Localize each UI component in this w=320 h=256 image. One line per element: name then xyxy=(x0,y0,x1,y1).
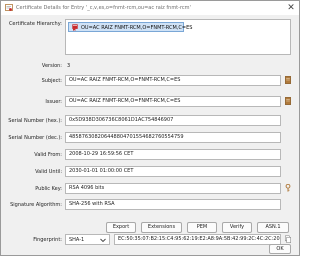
subject-details-icon[interactable] xyxy=(285,76,291,84)
valid-from-label: Valid From: xyxy=(34,152,62,158)
close-button[interactable]: ✕ xyxy=(286,3,296,13)
issuer-details-icon[interactable] xyxy=(285,97,291,105)
fingerprint-label: Fingerprint: xyxy=(33,237,62,243)
serial-dec-field[interactable]: 485876308206448804701554682760554759 xyxy=(65,132,281,143)
fingerprint-algorithm-select[interactable]: SHA-1 xyxy=(65,234,110,245)
signature-algorithm-field[interactable]: SHA-256 with RSA xyxy=(65,199,281,210)
fingerprint-field[interactable]: EC:50:35:07:B2:15:C4:95:62:19:E2:A8:9A:5… xyxy=(114,234,281,245)
key-details-icon[interactable] xyxy=(285,184,291,192)
export-button[interactable]: Export xyxy=(106,222,136,233)
ok-button[interactable]: OK xyxy=(269,244,291,254)
serial-hex-field[interactable]: 0x5D938D306736C8061D1AC754846907 xyxy=(65,115,281,126)
verify-button[interactable]: Verify xyxy=(222,222,252,233)
hierarchy-label: Certificate Hierarchy: xyxy=(8,21,62,27)
valid-until-label: Valid Until: xyxy=(35,169,62,175)
valid-from-field[interactable]: 2008-10-29 16:59:56 CET xyxy=(65,149,281,160)
serial-dec-label: Serial Number (dec.): xyxy=(8,135,62,141)
public-key-field[interactable]: RSA 4096 bits xyxy=(65,183,281,194)
subject-label: Subject: xyxy=(41,78,62,84)
issuer-label: Issuer: xyxy=(45,99,62,105)
serial-hex-label: Serial Number (hex.): xyxy=(8,118,62,124)
window-title: Certificate Details for Entry '_c,v,es,o… xyxy=(16,5,191,11)
version-label: Version: xyxy=(41,63,62,69)
certificate-ribbon-icon xyxy=(72,24,78,31)
certificate-icon xyxy=(5,4,13,11)
chevron-down-icon xyxy=(100,238,106,243)
fingerprint-algorithm-value: SHA-1 xyxy=(69,237,85,243)
issuer-field[interactable]: OU=AC RAIZ FNMT-RCM,O=FNMT-RCM,C=ES xyxy=(65,96,281,107)
asn1-button[interactable]: ASN.1 xyxy=(257,222,289,233)
pem-button[interactable]: PEM xyxy=(187,222,217,233)
version-value: 3 xyxy=(67,63,71,69)
title-bar[interactable]: Certificate Details for Entry '_c,v,es,o… xyxy=(1,1,299,15)
public-key-label: Public Key: xyxy=(35,186,62,192)
hierarchy-tree[interactable]: OU=AC RAIZ FNMT-RCM,O=FNMT-RCM,C=ES xyxy=(65,19,291,55)
hierarchy-item-label: OU=AC RAIZ FNMT-RCM,O=FNMT-RCM,C=ES xyxy=(81,25,193,31)
extensions-button[interactable]: Extensions xyxy=(141,222,182,233)
certificate-details-dialog: Certificate Details for Entry '_c,v,es,o… xyxy=(0,0,300,256)
signature-algorithm-label: Signature Algorithm: xyxy=(10,202,62,208)
subject-field[interactable]: OU=AC RAIZ FNMT-RCM,O=FNMT-RCM,C=ES xyxy=(65,75,281,86)
valid-until-field[interactable]: 2030-01-01 01:00:00 CET xyxy=(65,166,281,177)
hierarchy-item-selected[interactable]: OU=AC RAIZ FNMT-RCM,O=FNMT-RCM,C=ES xyxy=(68,22,192,32)
copy-icon[interactable] xyxy=(285,235,291,243)
